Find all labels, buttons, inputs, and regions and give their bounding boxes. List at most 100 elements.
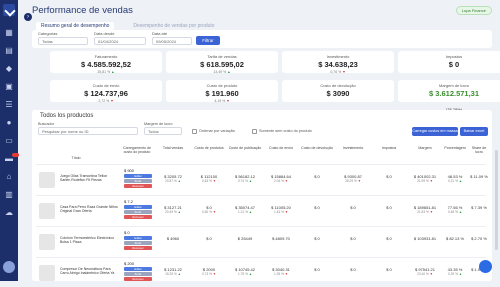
cell-value: $ 7.39 % [471,205,487,210]
tag-icon[interactable]: ◆ [3,63,15,75]
box-icon[interactable]: ▣ [3,81,15,93]
topbar: Performance de vendas Lupa Finance [18,0,500,21]
tab-products[interactable]: Desempenho de vendas por produto [128,22,219,30]
remove-cost-button[interactable]: Remover [124,277,152,281]
load-costs-button[interactable]: Carregar custos em massa [412,127,458,136]
cell-variation-text: 0.74 % [238,179,248,183]
remove-cost-button[interactable]: Remover [124,246,152,250]
table-row[interactable]: Juego Ollas Tramontina Teflon Sartén Rod… [36,164,488,194]
table-row[interactable]: Colchón Termoestérico Electrónico Bolsa … [36,226,487,256]
cell-value: $ 0 [350,267,356,272]
product-name[interactable]: Juego Ollas Tramontina Teflon Sartén Rod… [60,174,118,183]
edit-cost-button[interactable]: Editar [124,267,152,271]
edit-cost-button[interactable]: Editar [124,236,152,240]
kpi-label: Custo de devolução [320,83,356,88]
sort-variation-checkbox[interactable] [192,129,197,134]
chart-icon[interactable]: ▤ [3,45,15,57]
kpi-value: $ 0 [448,60,460,69]
export-excel-button[interactable]: Baixar excel [460,127,488,136]
cell-variation-text: 0.60 % [202,210,212,214]
table-row[interactable]: Casa Para Perro Raza Grande Niños Origin… [36,195,487,225]
reset-cost-button[interactable]: Zerar [124,241,152,245]
column-header[interactable]: Porcentagem [444,146,466,150]
arrow-down-icon: ▼ [283,272,288,276]
table-cell: $ 0 [336,205,370,210]
margin-select[interactable]: Todos [144,127,182,135]
search-input[interactable]: Pesquisar por nome ou ID [38,127,138,135]
users-icon[interactable]: ● [3,117,15,129]
user-avatar[interactable] [3,261,15,273]
scrollbar[interactable] [495,150,498,250]
cell-variation: 0.48 % ▲ [444,210,466,214]
arrow-up-icon: ▲ [247,210,252,214]
cell-variation: 20.49 % ▲ [156,210,190,214]
cell-variation-text: 1.25 % [274,272,284,276]
cell-variation-text: 0.21 % [448,179,458,183]
product-thumbnail [39,265,55,281]
kpi-variation-text: 4,19 % [214,99,226,103]
column-header[interactable]: Carregamento de custo do produto [120,146,154,154]
column-header[interactable]: Share de lucro [468,146,490,154]
calculator-icon[interactable]: ▥ [3,189,15,201]
cell-variation: 1.21 % ▲ [228,210,262,214]
cell-variation-text: 28.29 % [345,179,357,183]
date-to-input[interactable]: 09/05/2024 [152,37,192,45]
table-cell: $ 11005.20 1.43 % ▼ [264,205,298,214]
product-name[interactable]: Compresor De Neumáticos Para Carro Abrig… [60,267,118,276]
list-icon[interactable]: ☰ [3,99,15,111]
column-header[interactable]: Investimento [336,146,370,150]
cost-loader: $ 200 Editar Zerar Remover [124,261,152,281]
cell-variation-text: 1.43 % [274,210,284,214]
truck-icon[interactable]: ▬ [3,153,19,165]
column-header[interactable]: Título [36,156,116,160]
table-cell: $ 0 [372,174,406,179]
cell-variation: 20.87 % ▲ [156,179,190,183]
reset-cost-button[interactable]: Zerar [124,210,152,214]
column-header[interactable]: Custo de produtos [192,146,226,150]
date-from-input[interactable]: 01/04/2024 [94,37,146,45]
filter-button[interactable]: Filtrar [196,36,220,45]
reset-cost-button[interactable]: Zerar [124,179,152,183]
table-cell: $ 2.70 % [468,236,490,241]
app-logo[interactable] [3,4,15,16]
category-select[interactable]: Todas [38,37,88,45]
remove-cost-button[interactable]: Remover [124,184,152,188]
reset-cost-button[interactable]: Zerar [124,272,152,276]
table-cell: $ 1231.22 15.25 % ▲ [156,267,190,276]
edit-cost-button[interactable]: Editar [124,174,152,178]
cell-value: $ 0 [206,236,212,241]
cloud-icon[interactable]: ☁ [3,207,15,219]
chat-button[interactable] [479,260,492,273]
cell-value: $ 0 [314,267,320,272]
column-header[interactable]: Total vendas [156,146,190,150]
wallet-icon[interactable]: ▭ [3,135,15,147]
column-header[interactable]: Margem [408,146,442,150]
bank-icon[interactable]: ⌂ [3,171,15,183]
remove-cost-button[interactable]: Remover [124,215,152,219]
column-header[interactable]: Custo de envio [264,146,298,150]
cost-loader: $ 900 Editar Zerar Remover [124,168,152,188]
arrow-up-icon: ▲ [247,272,252,276]
table-row[interactable]: Compresor De Neumáticos Para Carro Abrig… [36,257,487,287]
product-name[interactable]: Casa Para Perro Raza Grande Niños Origin… [60,205,118,214]
tab-summary[interactable]: Resumo geral de desempenho [36,22,115,30]
product-name[interactable]: Colchón Termoestérico Electrónico Bolsa … [60,236,118,245]
arrow-down-icon: ▼ [211,272,216,276]
column-header[interactable]: Impostos [372,146,406,150]
column-header[interactable]: Custo de devolução [300,146,334,150]
kpi-variation-text: 13,49 % [213,70,227,74]
brand-pill[interactable]: Lupa Finance [455,6,492,15]
table-cell: $ 3040.31 1.25 % ▼ [264,267,298,276]
expand-sidebar-icon[interactable]: › [24,13,32,21]
dashboard-icon[interactable]: ▦ [3,27,15,39]
products-card: Todos los productos Buscador Pesquisar p… [32,110,492,281]
cell-variation-text: 1.75 % [238,272,248,276]
product-cost: $ 0 [124,230,130,235]
cell-value: $ 0 [386,236,392,241]
cell-value: $ 0 [314,205,320,210]
column-header[interactable]: Custo de publicação [228,146,262,150]
only-cost-checkbox[interactable] [252,129,257,134]
cell-variation: 0.29 % ▲ [444,272,466,276]
kpi-variation: 4,19 % ▼ [166,99,278,103]
edit-cost-button[interactable]: Editar [124,205,152,209]
